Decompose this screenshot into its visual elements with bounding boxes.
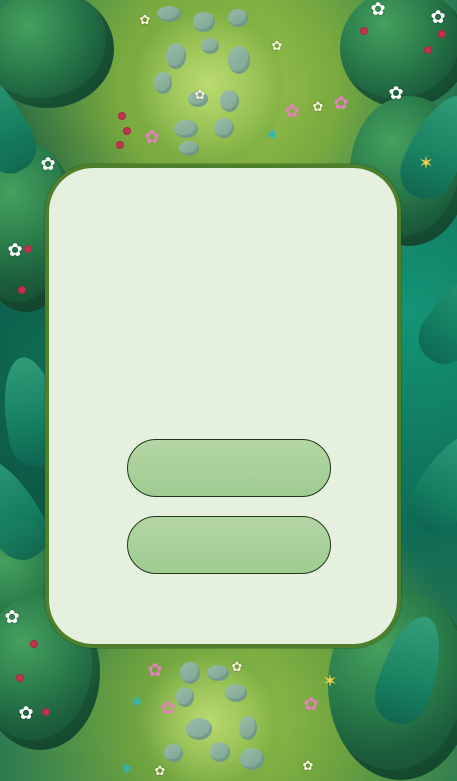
berry [30,640,38,648]
path-stone [174,120,198,138]
path-stone [154,72,172,94]
pink-flower-icon: ✿ [303,694,319,715]
path-stone [220,90,239,112]
second-menu-button[interactable] [127,516,331,574]
berry [116,141,124,149]
blue-butterfly-icon: ✶ [119,759,135,780]
path-stone [210,742,230,762]
berry [24,245,32,253]
white-flower-icon: ✿ [7,240,23,261]
pink-flower-icon: ✿ [333,93,349,114]
small-flower-icon: ✿ [312,100,324,115]
blue-butterfly-icon: ✶ [264,125,280,146]
path-stone [214,118,234,138]
berry [118,112,126,120]
berry [16,674,24,682]
white-flower-icon: ✿ [388,83,404,104]
berry [123,127,131,135]
white-flower-icon: ✿ [430,7,446,28]
path-stone [240,748,264,770]
berry [424,46,432,54]
small-flower-icon: ✿ [302,759,314,774]
path-stone [176,687,194,707]
yellow-butterfly-icon: ✶ [322,671,338,692]
large-leaf [407,254,457,375]
path-stone [157,6,181,22]
small-flower-icon: ✿ [154,764,166,779]
pink-flower-icon: ✿ [284,101,300,122]
small-flower-icon: ✿ [271,39,283,54]
pink-flower-icon: ✿ [144,127,160,148]
berry [18,286,26,294]
path-stone [239,716,257,740]
path-stone [193,12,215,32]
left-top-bush [0,0,114,108]
white-flower-icon: ✿ [40,154,56,175]
path-stone [207,665,229,681]
path-stone [164,744,183,762]
berry [438,30,446,38]
large-leaf [398,420,457,543]
small-flower-icon: ✿ [231,660,243,675]
white-flower-icon: ✿ [18,703,34,724]
small-flower-icon: ✿ [194,88,206,103]
path-stone [180,662,200,684]
blue-butterfly-icon: ✶ [129,692,145,713]
path-stone [179,141,199,156]
path-stone [228,46,250,74]
small-flower-icon: ✿ [139,13,151,28]
berry [360,27,368,35]
first-menu-button[interactable] [127,439,331,497]
pink-flower-icon: ✿ [147,660,163,681]
pink-flower-icon: ✿ [160,698,176,719]
yellow-butterfly-icon: ✶ [418,153,434,174]
white-flower-icon: ✿ [370,0,386,20]
white-flower-icon: ✿ [4,607,20,628]
path-stone [228,9,248,27]
path-stone [166,43,186,69]
menu-dialog [45,164,401,648]
path-stone [201,38,219,54]
path-stone [225,684,247,702]
path-stone [186,718,212,740]
berry [42,708,50,716]
